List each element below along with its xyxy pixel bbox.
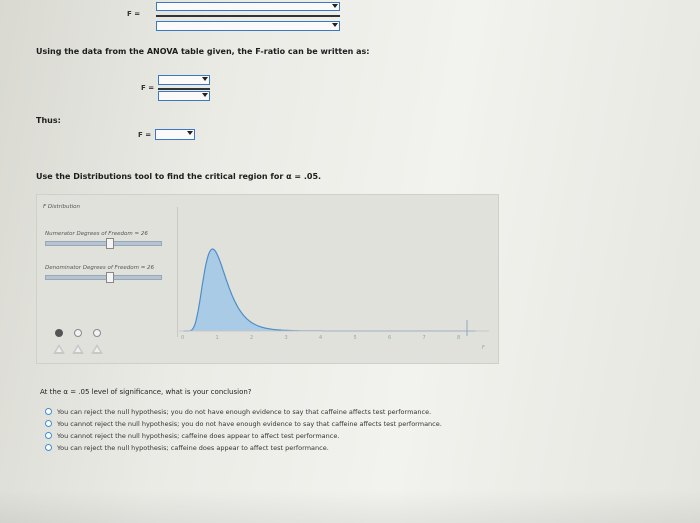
f-ratio-numerator-dropdown[interactable] [158, 75, 210, 85]
option-2-label[interactable]: You cannot reject the null hypothesis; y… [57, 420, 442, 428]
f-distribution-plot [179, 248, 489, 336]
x-tick-label: 2 [250, 335, 254, 341]
x-tick-label: 0 [181, 335, 185, 341]
f-ratio-label: F = [141, 84, 155, 92]
instruction-text: Use the Distributions tool to find the c… [36, 172, 322, 181]
f-value-label: F = [138, 131, 152, 139]
density-curve-fill [183, 249, 476, 331]
x-tick-label: 8 [457, 335, 461, 341]
tool-divider [177, 207, 178, 337]
question-text: Using the data from the ANOVA table give… [36, 47, 370, 56]
numerator-df-slider[interactable] [45, 238, 162, 249]
x-tick-label: 4 [319, 335, 323, 341]
option-1-radio[interactable] [45, 408, 52, 415]
option-3-radio[interactable] [45, 432, 52, 439]
left-tail-icon[interactable] [53, 344, 65, 354]
top-denominator-dropdown[interactable] [156, 21, 340, 31]
denominator-df-label: Denominator Degrees of Freedom = 26 [45, 265, 155, 271]
top-numerator-dropdown[interactable] [156, 2, 340, 11]
right-tail-icon[interactable] [91, 344, 103, 354]
x-tick-label: 6 [388, 335, 392, 341]
chevron-down-icon [202, 93, 208, 97]
conclusion-question: At the α = .05 level of significance, wh… [40, 388, 252, 396]
f-ratio-denominator-dropdown[interactable] [158, 91, 210, 101]
chevron-down-icon [202, 77, 208, 81]
tail-option-one-radio[interactable] [55, 329, 63, 337]
bottom-shade [0, 490, 700, 523]
tool-title: F Distribution [43, 204, 80, 210]
x-axis-label: F [482, 345, 485, 351]
fraction-bar [156, 15, 340, 17]
chevron-down-icon [187, 131, 193, 135]
distributions-tool: F Distribution Numerator Degrees of Free… [36, 194, 499, 364]
numerator-df-thumb[interactable] [106, 238, 114, 249]
option-1-label[interactable]: You can reject the null hypothesis; you … [57, 408, 431, 416]
numerator-df-label: Numerator Degrees of Freedom = 26 [45, 231, 148, 237]
chevron-down-icon [332, 23, 338, 27]
denominator-df-slider[interactable] [45, 272, 162, 283]
option-3-label[interactable]: You cannot reject the null hypothesis; c… [57, 432, 339, 440]
option-4-label[interactable]: You can reject the null hypothesis; caff… [57, 444, 329, 452]
f-value-dropdown[interactable] [155, 129, 195, 140]
fraction-bar [158, 88, 210, 90]
x-tick-label: 5 [353, 335, 357, 341]
tail-option-two-radio[interactable] [74, 329, 82, 337]
option-4-radio[interactable] [45, 444, 52, 451]
tail-option-three-radio[interactable] [93, 329, 101, 337]
x-tick-label: 3 [284, 335, 288, 341]
x-tick-label: 1 [215, 335, 219, 341]
option-2-radio[interactable] [45, 420, 52, 427]
denominator-df-thumb[interactable] [106, 272, 114, 283]
chevron-down-icon [332, 4, 338, 8]
top-f-label: F = [127, 10, 141, 18]
thus-label: Thus: [36, 116, 61, 125]
two-tail-icon[interactable] [72, 344, 84, 354]
x-tick-label: 7 [422, 335, 426, 341]
